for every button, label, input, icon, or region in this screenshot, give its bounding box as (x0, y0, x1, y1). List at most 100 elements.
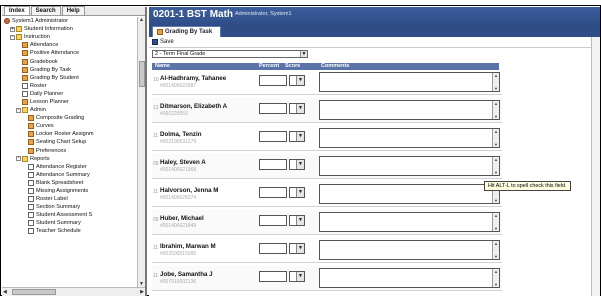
tree-item[interactable]: Attendance Summary (2, 171, 138, 179)
chevron-down-icon[interactable]: ▼ (296, 188, 304, 197)
tree-item[interactable]: Gradebook (2, 57, 138, 65)
tree-item[interactable]: Student Assessment S (2, 211, 138, 219)
score-select[interactable]: ▼ (289, 271, 305, 282)
comment-scrollbar[interactable]: ▲▼ (492, 129, 499, 147)
tab-index[interactable]: Index (4, 6, 30, 15)
tree-item[interactable]: Section Summary (2, 203, 138, 211)
chevron-down-icon[interactable]: ▼ (296, 104, 304, 113)
scroll-down-arrow-icon[interactable]: ▼ (494, 170, 498, 175)
column-header-name[interactable]: Name (155, 63, 170, 70)
student-name[interactable]: Ibrahim, Marwan M (160, 243, 216, 250)
tab-grading-by-task[interactable]: Grading By Task (152, 26, 222, 37)
scroll-left-arrow-icon[interactable]: ◀ (3, 289, 7, 295)
comment-textarea[interactable]: ▲▼ (319, 184, 500, 204)
scroll-down-arrow-icon[interactable]: ▼ (494, 142, 498, 147)
scroll-up-arrow-icon[interactable]: ▲ (494, 213, 498, 218)
student-name[interactable]: Dolma, Tenzin (160, 131, 201, 138)
comment-textarea[interactable]: ▲▼ (319, 268, 500, 288)
scroll-up-arrow-icon[interactable]: ▲ (494, 129, 498, 134)
comment-textarea[interactable]: ▲▼ (319, 128, 500, 148)
column-header-percent[interactable]: Percent (259, 63, 279, 70)
percent-input[interactable] (259, 215, 287, 226)
collapse-icon[interactable]: - (10, 34, 15, 40)
tab-search[interactable]: Search (30, 6, 61, 15)
score-select[interactable]: ▼ (289, 243, 305, 254)
scroll-down-arrow-icon[interactable]: ▼ (494, 282, 498, 287)
tree-item[interactable]: Locker Roster Assignm (2, 130, 138, 138)
percent-input[interactable] (259, 159, 287, 170)
comment-textarea[interactable]: ▲▼ (319, 100, 500, 120)
tree-item[interactable]: Attendance (2, 41, 138, 49)
scroll-up-arrow-icon[interactable]: ▲ (494, 73, 498, 78)
comment-scrollbar[interactable]: ▲▼ (492, 101, 499, 119)
tab-help[interactable]: Help (61, 6, 85, 15)
scroll-down-arrow-icon[interactable]: ▼ (494, 86, 498, 91)
save-button[interactable]: Save (152, 39, 174, 45)
student-name[interactable]: Jobe, Samantha J (160, 271, 213, 278)
percent-input[interactable] (259, 103, 287, 114)
scroll-up-arrow-icon[interactable]: ▲ (494, 157, 498, 162)
tree-item[interactable]: - Admin (2, 106, 138, 114)
score-select[interactable]: ▼ (289, 75, 305, 86)
collapse-icon[interactable]: - (16, 156, 21, 162)
comment-scrollbar[interactable]: ▲▼ (492, 73, 499, 91)
percent-input[interactable] (259, 75, 287, 86)
tree-item[interactable]: System1 Administrator (2, 17, 138, 25)
scroll-down-arrow-icon[interactable]: ▼ (494, 198, 498, 203)
tree-item[interactable]: Seating Chart Setup (2, 138, 138, 146)
comment-scrollbar[interactable]: ▲▼ (492, 157, 499, 175)
score-select[interactable]: ▼ (289, 215, 305, 226)
tree-vertical-scrollbar[interactable]: ▲ ▼ (137, 17, 145, 287)
score-select[interactable]: ▼ (289, 159, 305, 170)
tree-item[interactable]: Roster (2, 82, 138, 90)
score-select[interactable]: ▼ (289, 131, 305, 142)
percent-input[interactable] (259, 243, 287, 254)
column-header-score[interactable]: Score (285, 63, 300, 70)
collapse-icon[interactable]: - (16, 107, 21, 113)
tree-item[interactable]: Daily Planner (2, 90, 138, 98)
hscroll-thumb[interactable] (12, 289, 56, 295)
scroll-up-arrow-icon[interactable]: ▲ (494, 241, 498, 246)
tree-item[interactable]: Grading By Student (2, 74, 138, 82)
tree-item[interactable]: Missing Assignments (2, 187, 138, 195)
scroll-thumb[interactable] (139, 61, 145, 87)
student-name[interactable]: Haley, Steven A (160, 159, 206, 166)
student-name[interactable]: Huber, Michael (160, 215, 204, 222)
student-name[interactable]: Al-Hadhramy, Tahanee (160, 75, 226, 82)
tree-item[interactable]: Roster Label (2, 195, 138, 203)
tree-item[interactable]: Student Summary (2, 219, 138, 227)
score-select[interactable]: ▼ (289, 103, 305, 114)
comment-textarea[interactable]: ▲▼ (319, 240, 500, 260)
tree-item[interactable]: - Instruction (2, 33, 138, 41)
tree-item[interactable]: Composite Grading (2, 114, 138, 122)
tree-item[interactable]: - Reports (2, 155, 138, 163)
comment-scrollbar[interactable]: ▲▼ (492, 213, 499, 231)
tree-item[interactable]: Blank Spreadsheet (2, 179, 138, 187)
scroll-right-arrow-icon[interactable]: ▶ (140, 289, 144, 295)
chevron-down-icon[interactable]: ▼ (296, 160, 304, 169)
scroll-down-arrow-icon[interactable]: ▼ (494, 254, 498, 259)
tree-item[interactable]: Positive Attendance (2, 49, 138, 57)
scroll-up-arrow-icon[interactable]: ▲ (494, 269, 498, 274)
percent-input[interactable] (259, 271, 287, 282)
percent-input[interactable] (259, 131, 287, 142)
student-name[interactable]: Halvorson, Jenna M (160, 187, 218, 194)
term-select[interactable]: 2 - Term Final Grade ▼ (152, 50, 308, 58)
comment-textarea[interactable]: ▲▼ (319, 72, 500, 92)
scroll-up-arrow-icon[interactable]: ▲ (494, 101, 498, 106)
scroll-up-arrow-icon[interactable]: ▲ (139, 17, 144, 23)
tree-item[interactable]: Curves (2, 122, 138, 130)
comment-scrollbar[interactable]: ▲▼ (492, 269, 499, 287)
column-header-comments[interactable]: Comments (321, 63, 349, 70)
tree-horizontal-scrollbar[interactable]: ◀ ▶ (2, 287, 145, 296)
chevron-down-icon[interactable]: ▼ (296, 216, 304, 225)
chevron-down-icon[interactable]: ▼ (300, 51, 307, 57)
tree-item[interactable]: Grading By Task (2, 66, 138, 74)
tree-item[interactable]: Teacher Schedule (2, 227, 138, 235)
comment-textarea[interactable]: ▲▼ (319, 156, 500, 176)
scroll-down-arrow-icon[interactable]: ▼ (494, 114, 498, 119)
comment-scrollbar[interactable]: ▲▼ (492, 241, 499, 259)
chevron-down-icon[interactable]: ▼ (296, 132, 304, 141)
chevron-down-icon[interactable]: ▼ (296, 244, 304, 253)
chevron-down-icon[interactable]: ▼ (296, 272, 304, 281)
